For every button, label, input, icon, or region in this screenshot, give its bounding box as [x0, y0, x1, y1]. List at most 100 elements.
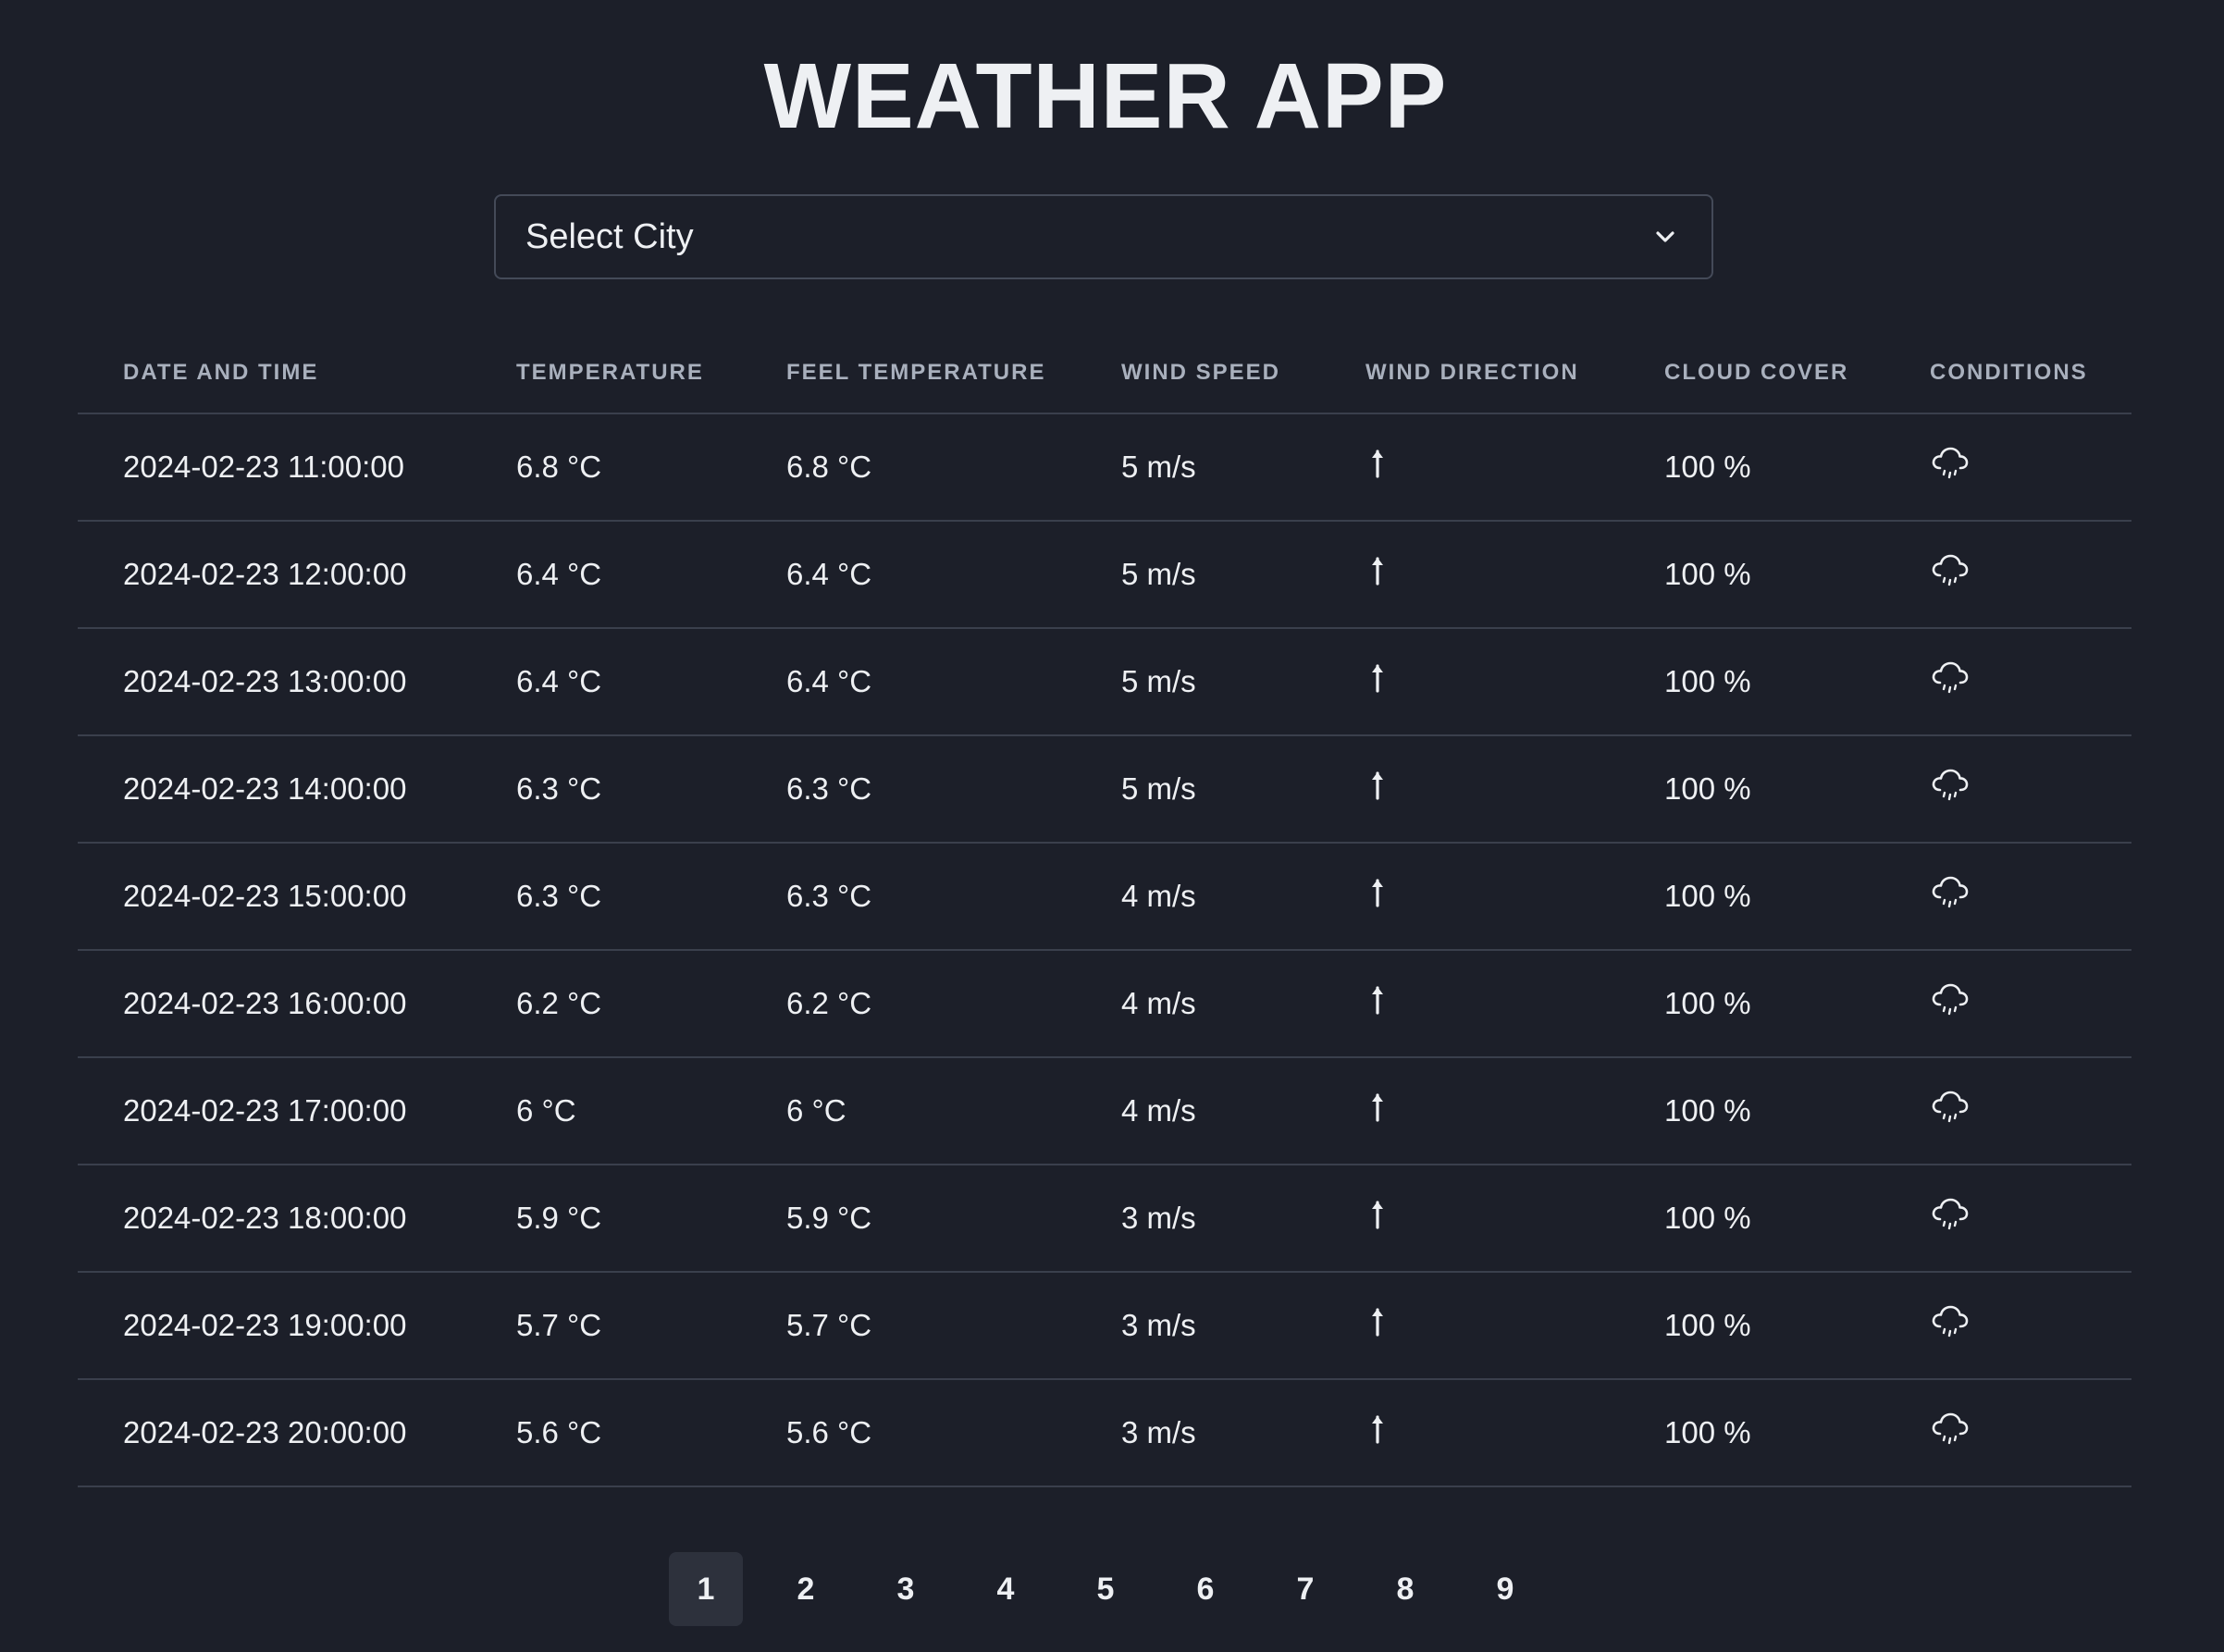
cloud-rain-icon [1930, 1411, 1971, 1455]
arrow-up-icon [1369, 1199, 1386, 1238]
cloud-rain-icon [1930, 445, 1971, 489]
cell-wind-direction [1365, 413, 1664, 522]
page-button-8[interactable]: 8 [1368, 1552, 1442, 1626]
cell-conditions [1930, 843, 2131, 951]
table-row: 2024-02-23 12:00:00 6.4 °C 6.4 °C 5 m/s 100 … [78, 521, 2131, 629]
cell-conditions [1930, 628, 2131, 736]
table-header-row: DATE AND TIME TEMPERATURE FEEL TEMPERATU… [78, 333, 2131, 414]
cell-wind-direction [1365, 1379, 1664, 1487]
cloud-rain-icon [1930, 1196, 1971, 1240]
city-select[interactable]: Select City [494, 194, 1713, 279]
cell-wind-speed: 3 m/s [1121, 1379, 1365, 1487]
cell-cloud-cover: 100 % [1664, 1379, 1930, 1487]
cell-conditions [1930, 1272, 2131, 1380]
cell-wind-speed: 5 m/s [1121, 521, 1365, 629]
cell-cloud-cover: 100 % [1664, 1272, 1930, 1380]
table-row: 2024-02-23 18:00:00 5.9 °C 5.9 °C 3 m/s 100 … [78, 1165, 2131, 1273]
column-header-conditions[interactable]: CONDITIONS [1930, 333, 2131, 414]
cloud-rain-icon [1930, 1089, 1971, 1133]
cell-conditions [1930, 521, 2131, 629]
cell-wind-speed: 4 m/s [1121, 1057, 1365, 1165]
forecast-table: DATE AND TIME TEMPERATURE FEEL TEMPERATU… [78, 333, 2131, 1487]
cell-wind-direction [1365, 1272, 1664, 1380]
arrow-up-icon [1369, 1413, 1386, 1452]
cell-date-time: 2024-02-23 16:00:00 [78, 950, 516, 1058]
column-header-feel-temperature[interactable]: FEEL TEMPERATURE [786, 333, 1121, 414]
table-row: 2024-02-23 16:00:00 6.2 °C 6.2 °C 4 m/s 100 … [78, 950, 2131, 1058]
cell-temperature: 6.2 °C [516, 950, 786, 1058]
cell-temperature: 6.4 °C [516, 628, 786, 736]
cell-date-time: 2024-02-23 11:00:00 [78, 413, 516, 522]
page-button-3[interactable]: 3 [869, 1552, 943, 1626]
page-button-4[interactable]: 4 [969, 1552, 1043, 1626]
table-row: 2024-02-23 11:00:00 6.8 °C 6.8 °C 5 m/s 100 … [78, 413, 2131, 522]
cell-wind-direction [1365, 735, 1664, 844]
cell-wind-direction [1365, 1057, 1664, 1165]
page-button-5[interactable]: 5 [1069, 1552, 1143, 1626]
cell-cloud-cover: 100 % [1664, 735, 1930, 844]
chevron-down-icon [1649, 220, 1682, 253]
cell-date-time: 2024-02-23 20:00:00 [78, 1379, 516, 1487]
column-header-temperature[interactable]: TEMPERATURE [516, 333, 786, 414]
cell-temperature: 6.8 °C [516, 413, 786, 522]
cell-feel-temperature: 6.4 °C [786, 521, 1121, 629]
arrow-up-icon [1369, 877, 1386, 916]
cell-date-time: 2024-02-23 17:00:00 [78, 1057, 516, 1165]
cell-wind-speed: 4 m/s [1121, 950, 1365, 1058]
page-button-2[interactable]: 2 [769, 1552, 843, 1626]
cell-conditions [1930, 1379, 2131, 1487]
weather-app: WEATHER APP Select City DATE AND TIME TE… [0, 0, 2224, 1652]
cell-date-time: 2024-02-23 14:00:00 [78, 735, 516, 844]
arrow-up-icon [1369, 1091, 1386, 1130]
cell-conditions [1930, 1057, 2131, 1165]
cell-conditions [1930, 413, 2131, 522]
cell-date-time: 2024-02-23 19:00:00 [78, 1272, 516, 1380]
pagination: 123456789 [0, 1552, 2211, 1626]
table-row: 2024-02-23 19:00:00 5.7 °C 5.7 °C 3 m/s 100 … [78, 1272, 2131, 1380]
cell-feel-temperature: 5.7 °C [786, 1272, 1121, 1380]
arrow-up-icon [1369, 555, 1386, 594]
cell-feel-temperature: 6.4 °C [786, 628, 1121, 736]
cloud-rain-icon [1930, 1303, 1971, 1348]
cell-feel-temperature: 6.2 °C [786, 950, 1121, 1058]
cell-feel-temperature: 5.6 °C [786, 1379, 1121, 1487]
cell-wind-speed: 5 m/s [1121, 413, 1365, 522]
cloud-rain-icon [1930, 874, 1971, 918]
cell-wind-speed: 5 m/s [1121, 628, 1365, 736]
cell-temperature: 5.7 °C [516, 1272, 786, 1380]
cell-date-time: 2024-02-23 13:00:00 [78, 628, 516, 736]
column-header-wind-speed[interactable]: WIND SPEED [1121, 333, 1365, 414]
cell-cloud-cover: 100 % [1664, 413, 1930, 522]
cell-wind-speed: 4 m/s [1121, 843, 1365, 951]
cell-cloud-cover: 100 % [1664, 1057, 1930, 1165]
cell-wind-direction [1365, 1165, 1664, 1273]
column-header-cloud-cover[interactable]: CLOUD COVER [1664, 333, 1930, 414]
page-button-9[interactable]: 9 [1468, 1552, 1542, 1626]
city-select-value: Select City [525, 216, 694, 256]
cell-temperature: 5.9 °C [516, 1165, 786, 1273]
cell-temperature: 6.3 °C [516, 735, 786, 844]
cell-cloud-cover: 100 % [1664, 843, 1930, 951]
table-row: 2024-02-23 20:00:00 5.6 °C 5.6 °C 3 m/s 100 … [78, 1379, 2131, 1487]
arrow-up-icon [1369, 448, 1386, 487]
page-button-7[interactable]: 7 [1268, 1552, 1342, 1626]
page-button-1[interactable]: 1 [669, 1552, 743, 1626]
column-header-date-time[interactable]: DATE AND TIME [78, 333, 516, 414]
arrow-up-icon [1369, 1306, 1386, 1345]
cell-feel-temperature: 5.9 °C [786, 1165, 1121, 1273]
cell-wind-direction [1365, 521, 1664, 629]
cell-cloud-cover: 100 % [1664, 521, 1930, 629]
cell-temperature: 6.4 °C [516, 521, 786, 629]
cell-conditions [1930, 950, 2131, 1058]
cloud-rain-icon [1930, 552, 1971, 597]
cell-feel-temperature: 6.3 °C [786, 843, 1121, 951]
cell-wind-direction [1365, 843, 1664, 951]
cell-feel-temperature: 6 °C [786, 1057, 1121, 1165]
cell-temperature: 6.3 °C [516, 843, 786, 951]
page-button-6[interactable]: 6 [1168, 1552, 1242, 1626]
column-header-wind-direction[interactable]: WIND DIRECTION [1365, 333, 1664, 414]
table-row: 2024-02-23 13:00:00 6.4 °C 6.4 °C 5 m/s 100 … [78, 628, 2131, 736]
cell-cloud-cover: 100 % [1664, 1165, 1930, 1273]
cell-wind-direction [1365, 950, 1664, 1058]
cell-conditions [1930, 1165, 2131, 1273]
